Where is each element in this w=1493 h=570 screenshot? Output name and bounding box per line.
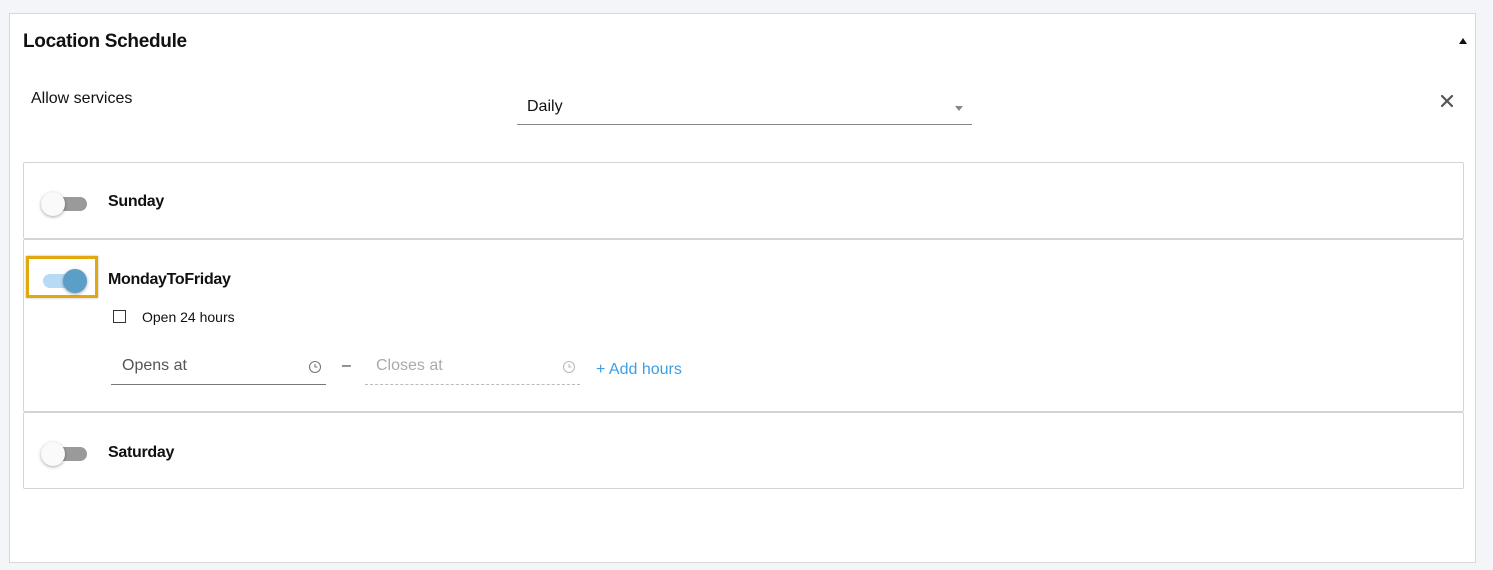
toggle-thumb bbox=[41, 192, 65, 216]
open-24-hours-checkbox[interactable] bbox=[113, 310, 126, 323]
opens-at-placeholder: Opens at bbox=[122, 357, 187, 374]
closes-at-input[interactable]: Closes at bbox=[365, 350, 580, 385]
day-card-monday-to-friday: MondayToFriday Open 24 hours Opens at – … bbox=[23, 239, 1464, 412]
clock-icon bbox=[562, 360, 576, 374]
day-label-monday-to-friday: MondayToFriday bbox=[108, 271, 231, 288]
toggle-thumb bbox=[41, 442, 65, 466]
clear-button[interactable] bbox=[1439, 93, 1455, 109]
open-24-hours-label: Open 24 hours bbox=[142, 309, 235, 325]
monday-to-friday-toggle[interactable] bbox=[41, 269, 87, 293]
toggle-thumb bbox=[63, 269, 87, 293]
section-title: Location Schedule bbox=[23, 31, 187, 52]
time-separator: – bbox=[342, 357, 351, 374]
day-card-sunday: Sunday bbox=[23, 162, 1464, 239]
caret-down-icon bbox=[955, 106, 963, 111]
collapse-button[interactable] bbox=[1456, 34, 1470, 48]
location-schedule-panel: Location Schedule Allow services Daily S… bbox=[9, 13, 1476, 563]
saturday-toggle[interactable] bbox=[41, 442, 87, 466]
allow-services-value: Daily bbox=[527, 98, 563, 115]
close-icon bbox=[1440, 94, 1454, 108]
day-label-saturday: Saturday bbox=[108, 444, 175, 461]
day-card-saturday: Saturday bbox=[23, 412, 1464, 489]
sunday-toggle[interactable] bbox=[41, 192, 87, 216]
clock-icon bbox=[308, 360, 322, 374]
allow-services-label: Allow services bbox=[31, 90, 133, 107]
day-label-sunday: Sunday bbox=[108, 193, 164, 210]
opens-at-input[interactable]: Opens at bbox=[111, 350, 326, 385]
triangle-up-icon bbox=[1459, 38, 1467, 44]
allow-services-select[interactable]: Daily bbox=[517, 96, 972, 125]
closes-at-placeholder: Closes at bbox=[376, 357, 443, 374]
add-hours-button[interactable]: + Add hours bbox=[596, 361, 682, 379]
